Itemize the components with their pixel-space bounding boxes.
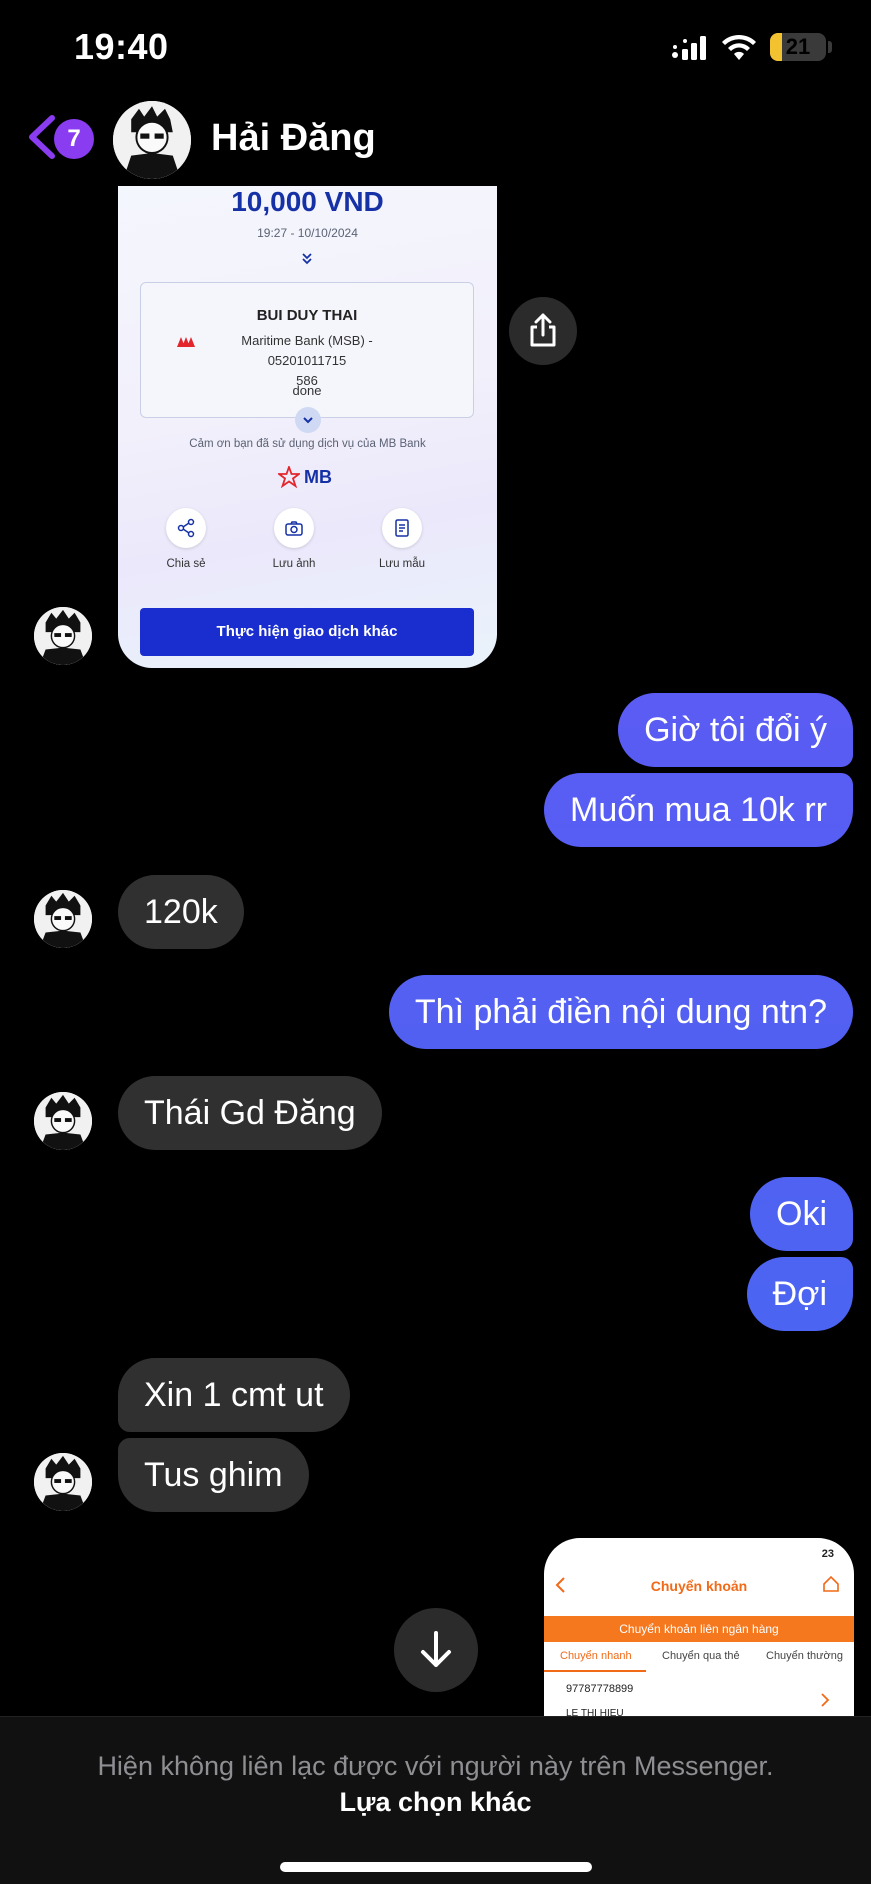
receipt-save-template-action: Lưu mẫu: [362, 508, 442, 570]
unreachable-message: Hiện không liên lạc được với người này t…: [97, 1751, 774, 1781]
receipt-share-action: Chia sẻ: [146, 508, 226, 570]
message-bubble-outgoing[interactable]: Thì phải điền nội dung ntn?: [388, 975, 853, 1049]
double-chevron-icon: [302, 253, 312, 265]
receipt-status: done: [292, 383, 322, 398]
contact-avatar[interactable]: [113, 101, 191, 179]
receipt-save-image-action: Lưu ảnh: [254, 508, 334, 570]
preview-tab: Chuyển nhanh: [560, 1650, 632, 1662]
bank-transfer-image[interactable]: 23 Chuyển khoản Chuyển khoản liên ngân h…: [544, 1538, 854, 1716]
scroll-to-bottom-button[interactable]: [394, 1608, 478, 1692]
battery-cap: [828, 41, 832, 53]
home-indicator[interactable]: [280, 1862, 592, 1872]
battery-icon: 21: [770, 33, 826, 61]
receipt-thanks: Cảm ơn bạn đã sử dụng dịch vụ của MB Ban…: [189, 438, 426, 450]
share-button[interactable]: [509, 297, 577, 365]
message-bubble-incoming[interactable]: Xin 1 cmt ut: [118, 1358, 350, 1432]
receipt-datetime: 19:27 - 10/10/2024: [257, 226, 358, 240]
document-icon: [395, 519, 409, 537]
composer-unavailable-footer: Hiện không liên lạc được với người này t…: [0, 1716, 871, 1884]
message-bubble-outgoing[interactable]: Oki: [750, 1177, 853, 1251]
chevron-right-icon: [821, 1693, 830, 1707]
home-icon: [823, 1575, 839, 1592]
message-bubble-incoming[interactable]: Thái Gd Đăng: [118, 1076, 382, 1150]
other-options-link[interactable]: Lựa chọn khác: [0, 1787, 871, 1818]
mb-logo-text: MB: [304, 467, 332, 487]
preview-title: Chuyển khoản: [650, 1578, 748, 1594]
contact-avatar-small[interactable]: [34, 1453, 92, 1511]
status-time: 19:40: [74, 26, 169, 67]
camera-icon: [285, 521, 303, 536]
wifi-icon: [722, 34, 756, 60]
preview-account-number: 97787778899: [566, 1683, 634, 1695]
message-bubble-outgoing[interactable]: Giờ tôi đổi ý: [618, 693, 853, 767]
arrow-down-icon: [421, 1631, 451, 1667]
unread-count-badge[interactable]: 7: [54, 119, 94, 159]
preview-banner: Chuyển khoản liên ngân hàng: [544, 1616, 854, 1642]
message-bubble-incoming[interactable]: 120k: [118, 875, 244, 949]
preview-account-name: LE THI HIEU: [566, 1708, 624, 1716]
receipt-image[interactable]: 10,000 VND 19:27 - 10/10/2024 BUI DUY TH…: [118, 186, 497, 668]
contact-name[interactable]: Hải Đăng: [211, 117, 376, 160]
expand-chevron-icon: [295, 407, 321, 433]
msb-logo-icon: [177, 337, 195, 347]
message-bubble-incoming[interactable]: Tus ghim: [118, 1438, 309, 1512]
message-bubble-outgoing[interactable]: Đợi: [746, 1257, 853, 1331]
active-tab-underline: [544, 1670, 646, 1672]
share-nodes-icon: [177, 518, 195, 538]
preview-tab: Chuyển thường: [766, 1650, 843, 1662]
mb-star-icon: [278, 466, 300, 488]
contact-avatar-small[interactable]: [34, 890, 92, 948]
receipt-recipient: BUI DUY THAI: [256, 307, 358, 324]
message-bubble-outgoing[interactable]: Muốn mua 10k rr: [544, 773, 853, 847]
share-icon: [530, 313, 556, 347]
status-bar: 19:40 21: [0, 0, 871, 96]
receipt-new-transaction-button: Thực hiện giao dịch khác: [140, 608, 474, 656]
cellular-signal-icon: [672, 36, 706, 60]
receipt-bank: Maritime Bank (MSB) - 05201011715 586: [241, 333, 373, 388]
preview-status-battery: 23: [821, 1548, 834, 1560]
contact-avatar-small[interactable]: [34, 607, 92, 665]
receipt-amount: 10,000 VND: [231, 186, 384, 217]
back-chevron-icon[interactable]: [24, 114, 58, 160]
contact-avatar-small[interactable]: [34, 1092, 92, 1150]
preview-tab: Chuyển qua thẻ: [662, 1650, 740, 1662]
receipt-details-box: BUI DUY THAI Maritime Bank (MSB) - 05201…: [140, 282, 474, 418]
